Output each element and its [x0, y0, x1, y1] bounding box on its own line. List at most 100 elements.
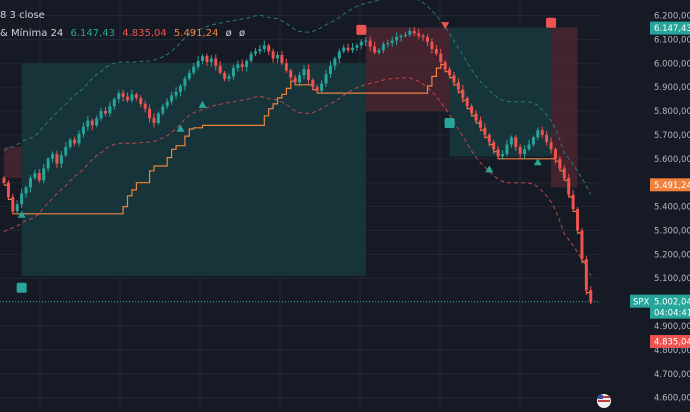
red-zone — [365, 27, 450, 112]
candle-body — [143, 103, 147, 109]
candle-body — [192, 66, 196, 73]
legend-value-1: 6.147,43 — [70, 28, 115, 39]
upper-price-badge: 6.147,43 — [654, 24, 690, 34]
price-tick-label: 5.600,00 — [654, 155, 690, 165]
candle-body — [527, 144, 531, 150]
candle-body — [99, 111, 103, 119]
candle-body — [183, 78, 187, 86]
countdown-label: 04:04:41 — [654, 309, 690, 319]
candle-body — [368, 40, 372, 47]
candle-body — [223, 72, 227, 79]
candle-body — [77, 133, 81, 144]
candle-body — [536, 130, 540, 138]
candle-body — [355, 45, 359, 48]
legend-title: 8 3 close — [0, 10, 45, 21]
price-tick-label: 5.700,00 — [654, 131, 690, 141]
candle-body — [112, 99, 116, 107]
candle-body — [15, 204, 19, 212]
candle-body — [298, 75, 302, 83]
signal-zones — [4, 27, 578, 276]
candle-body — [174, 91, 178, 96]
candle-body — [474, 113, 478, 121]
candle-body — [284, 63, 288, 71]
candle-body — [470, 106, 474, 114]
candle-body — [311, 80, 315, 88]
candle-body — [421, 35, 425, 38]
candle-body — [240, 64, 244, 67]
candle-body — [377, 50, 381, 53]
flag-icon-canton[interactable] — [598, 395, 603, 399]
candle-body — [443, 62, 447, 70]
price-tick-label: 4.600,00 — [654, 394, 690, 404]
candle-body — [553, 149, 557, 159]
candle-body — [214, 58, 218, 66]
candle-body — [540, 130, 544, 135]
candle-body — [68, 139, 72, 147]
flag-icon-stripe[interactable] — [598, 400, 610, 402]
candle-body — [412, 31, 416, 34]
candle-body — [178, 85, 182, 92]
candle-body — [253, 51, 257, 54]
candle-body — [280, 54, 284, 64]
candle-body — [227, 76, 231, 79]
candle-body — [86, 120, 90, 127]
candle-body — [501, 154, 505, 157]
candle-body — [580, 230, 584, 260]
candle-body — [90, 120, 94, 126]
candle-body — [103, 111, 107, 114]
candle-body — [576, 208, 580, 231]
candle-body — [337, 51, 341, 59]
candle-body — [245, 60, 249, 67]
candle-body — [126, 96, 130, 101]
candle-body — [271, 51, 275, 59]
candle-body — [558, 158, 562, 169]
candle-body — [148, 108, 152, 119]
symbol-label: SPX — [633, 298, 650, 308]
candle-body — [134, 94, 138, 98]
candle-body — [381, 44, 385, 51]
candle-body — [11, 197, 15, 212]
candle-body — [328, 65, 332, 75]
candle-body — [523, 149, 527, 155]
lower-price-badge: 4.835,04 — [654, 338, 690, 348]
candle-body — [390, 40, 394, 43]
price-tick-label: 5.900,00 — [654, 83, 690, 93]
candle-body — [37, 173, 41, 181]
price-tick-label: 5.400,00 — [654, 203, 690, 213]
candle-body — [218, 65, 222, 73]
candle-body — [518, 146, 522, 155]
candle-body — [196, 60, 200, 67]
candle-body — [81, 126, 85, 134]
candle-body — [315, 87, 319, 91]
candle-body — [426, 37, 430, 42]
candle-body — [478, 120, 482, 128]
candle-body — [346, 47, 350, 51]
candle-body — [121, 93, 125, 97]
price-tick-label: 6.000,00 — [654, 59, 690, 69]
candle-body — [417, 33, 421, 36]
candle-body — [152, 118, 156, 124]
candle-body — [205, 56, 209, 63]
candle-body — [509, 137, 513, 145]
candle-body — [209, 58, 213, 63]
candle-body — [276, 54, 280, 59]
price-tick-label: 5.100,00 — [654, 274, 690, 284]
candle-body — [42, 168, 46, 181]
candle-body — [403, 34, 407, 36]
price-tick-label: 6.100,00 — [654, 35, 690, 45]
candle-body — [117, 93, 121, 100]
mid-price-badge: 5.491,24 — [654, 181, 690, 191]
candle-body — [567, 177, 571, 195]
candle-body — [505, 144, 509, 155]
candle-body — [333, 58, 337, 66]
candle-body — [302, 69, 306, 76]
legend-value-3: 5.491,24 — [173, 28, 219, 39]
candle-body — [289, 70, 293, 78]
candle-body — [373, 46, 377, 53]
candle-body — [6, 182, 10, 198]
teal-zone — [449, 27, 552, 157]
legend-value-5: ø — [238, 28, 246, 39]
flag-icon[interactable] — [597, 394, 611, 408]
candle-body — [430, 41, 434, 49]
price-chart[interactable]: 6.200,00 6.100,00 6.000,00 5.900,00 5.800,00… — [0, 0, 690, 412]
